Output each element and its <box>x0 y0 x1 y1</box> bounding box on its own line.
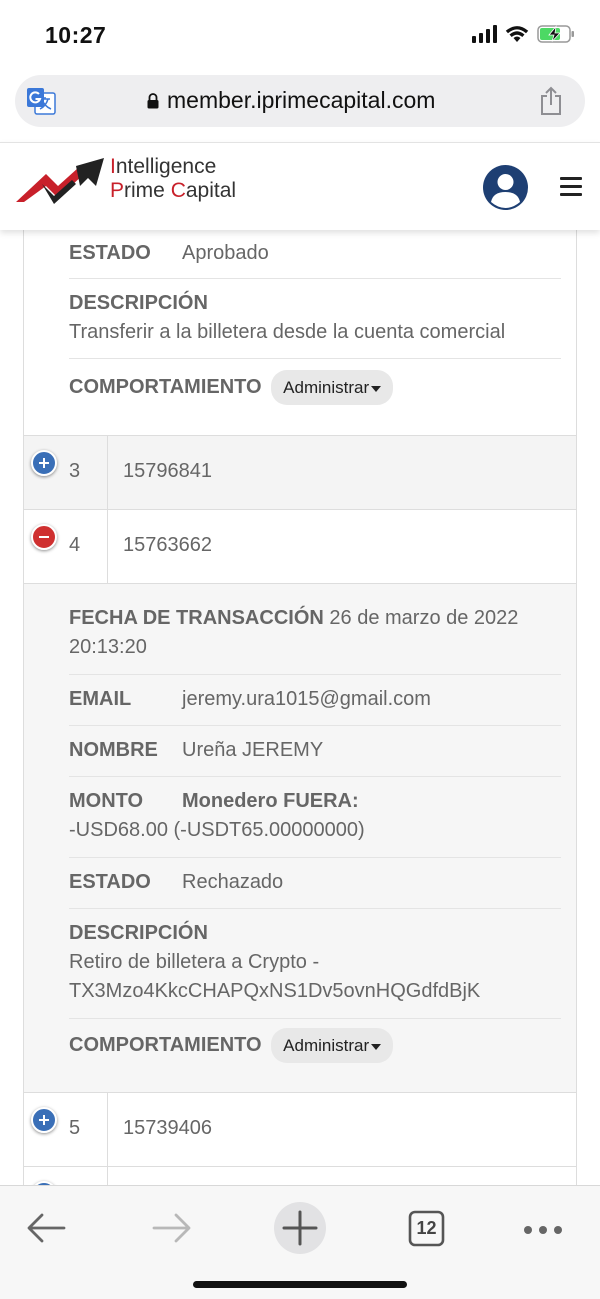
home-indicator[interactable] <box>193 1281 407 1288</box>
status-time: 10:27 <box>45 22 107 48</box>
expand-plus-icon[interactable] <box>31 450 57 476</box>
administrar-dropdown[interactable]: Administrar <box>271 370 394 405</box>
row-index-cell: 5 <box>24 1093 108 1166</box>
detail-row-descripcion: DESCRIPCIÓN Retiro de billetera a Crypto… <box>69 919 561 1019</box>
logo-mark-icon[interactable] <box>14 156 106 206</box>
collapse-minus-icon[interactable] <box>31 524 57 550</box>
wifi-icon <box>505 26 529 42</box>
detail-row-email: EMAIL jeremy.ura1015@gmail.com <box>69 685 561 726</box>
row-index-cell <box>24 1167 108 1185</box>
more-options-icon[interactable] <box>522 1198 564 1258</box>
forward-arrow-icon[interactable] <box>150 1198 194 1258</box>
site-header: Intelligence Prime Capital <box>0 142 600 230</box>
user-avatar-icon[interactable] <box>483 165 528 210</box>
transaction-detail-expanded: FECHA DE TRANSACCIÓN 26 de marzo de 2022… <box>24 583 576 1092</box>
tabs-button[interactable]: 12 <box>408 1198 446 1258</box>
detail-row-fecha: FECHA DE TRANSACCIÓN 26 de marzo de 2022… <box>69 604 561 675</box>
table-row[interactable]: 4 15763662 <box>24 509 576 583</box>
transaction-id: 15796841 <box>123 460 212 482</box>
row-index-cell: 3 <box>24 436 108 509</box>
detail-row-descripcion: DESCRIPCIÓN Transferir a la billetera de… <box>69 289 561 359</box>
new-tab-plus-icon[interactable] <box>272 1198 328 1258</box>
detail-row-monto: MONTO Monedero FUERA: -USD68.00 (-USDT65.… <box>69 787 561 858</box>
browser-toolbar: 12 <box>0 1185 600 1299</box>
caret-down-icon <box>371 1043 382 1050</box>
lock-icon <box>147 93 159 109</box>
detail-row-estado: ESTADO Rechazado <box>69 868 561 909</box>
cellular-signal-icon <box>472 25 497 43</box>
translate-icon[interactable] <box>26 87 56 115</box>
transactions-content: ESTADO Aprobado DESCRIPCIÓN Transferir a … <box>0 230 600 1185</box>
back-arrow-icon[interactable] <box>24 1198 68 1258</box>
hamburger-menu-icon[interactable] <box>560 177 582 197</box>
administrar-dropdown[interactable]: Administrar <box>271 1028 394 1063</box>
status-bar: 10:27 <box>0 0 600 70</box>
status-icons <box>472 24 575 44</box>
table-row[interactable]: 3 15796841 <box>24 435 576 509</box>
battery-charging-icon <box>537 25 574 43</box>
tab-count: 12 <box>416 1218 437 1238</box>
caret-down-icon <box>371 385 382 392</box>
detail-row-nombre: NOMBRE Ureña JEREMY <box>69 736 561 777</box>
expand-plus-icon[interactable] <box>31 1107 57 1133</box>
share-icon[interactable] <box>539 86 563 116</box>
detail-row-estado: ESTADO Aprobado <box>69 239 561 279</box>
table-row[interactable] <box>24 1166 576 1185</box>
url-text[interactable]: member.iprimecapital.com <box>167 87 435 114</box>
transactions-table: ESTADO Aprobado DESCRIPCIÓN Transferir a … <box>23 230 577 1185</box>
table-row[interactable]: 5 15739406 <box>24 1092 576 1166</box>
logo-text[interactable]: Intelligence Prime Capital <box>110 155 236 203</box>
logo-line-1: Intelligence <box>110 155 217 178</box>
address-bar[interactable]: member.iprimecapital.com <box>15 75 585 127</box>
detail-row-comportamiento: COMPORTAMIENTO Administrar <box>69 370 561 405</box>
row-index-cell: 4 <box>24 510 108 583</box>
transaction-id: 15739406 <box>123 1117 212 1139</box>
transaction-detail-previous: ESTADO Aprobado DESCRIPCIÓN Transferir a … <box>24 230 576 435</box>
detail-row-comportamiento: COMPORTAMIENTO Administrar <box>69 1028 561 1063</box>
transaction-id: 15763662 <box>123 534 212 556</box>
logo-line-2: Prime Capital <box>110 179 237 202</box>
